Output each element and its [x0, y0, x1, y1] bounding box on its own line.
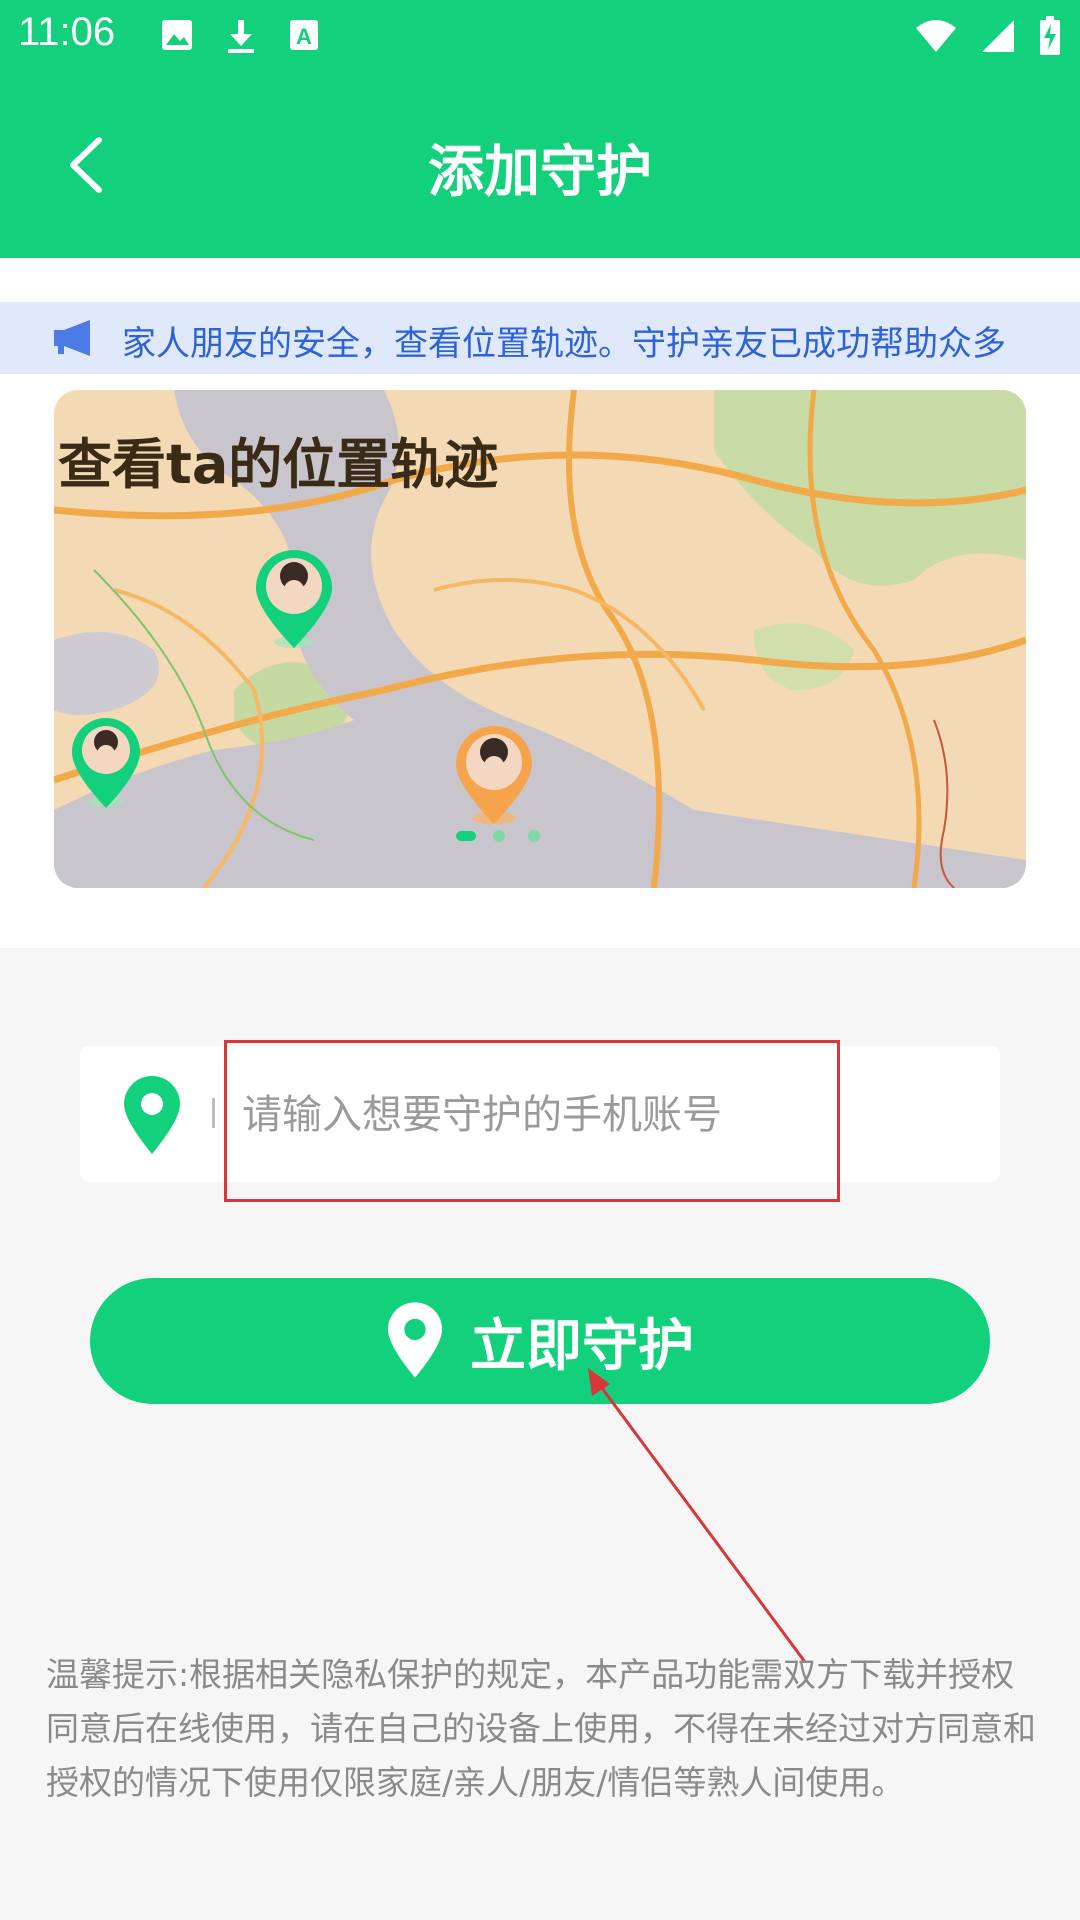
banner-pager-dots [456, 830, 540, 842]
phone-account-input[interactable] [240, 1076, 864, 1154]
status-time: 11:06 [18, 10, 116, 54]
privacy-tip: 温馨提示:根据相关隐私保护的规定，本产品功能需双方下载并授权同意后在线使用，请在… [46, 1655, 1036, 1802]
megaphone-icon [54, 320, 90, 356]
notice-text: 家人朋友的安全，查看位置轨迹。守护亲友已成功帮助众多 [122, 324, 1006, 364]
svg-text:A: A [296, 24, 312, 49]
signal-icon [982, 20, 1014, 52]
text-cursor [212, 1098, 215, 1128]
download-icon [228, 20, 254, 53]
phone-input-container[interactable] [80, 1046, 1000, 1182]
guard-now-label: 立即守护 [470, 1313, 694, 1377]
title-bar: 添加守护 [0, 72, 1080, 258]
location-pin-icon [124, 1076, 180, 1154]
status-bar: 11:06 A [0, 0, 1080, 72]
location-pin-icon [387, 1302, 443, 1378]
text-a-icon: A [290, 20, 318, 50]
guard-now-button[interactable]: 立即守护 [90, 1278, 990, 1404]
battery-icon [1040, 16, 1060, 55]
image-icon [162, 20, 192, 50]
notice-marquee: 家人朋友的安全，查看位置轨迹。守护亲友已成功帮助众多 [0, 302, 1080, 374]
banner-title: 查看ta的位置轨迹 [58, 433, 499, 496]
wifi-icon [916, 20, 956, 52]
page-title: 添加守护 [428, 140, 652, 205]
map-banner[interactable]: 查看ta的位置轨迹 [54, 390, 1026, 888]
